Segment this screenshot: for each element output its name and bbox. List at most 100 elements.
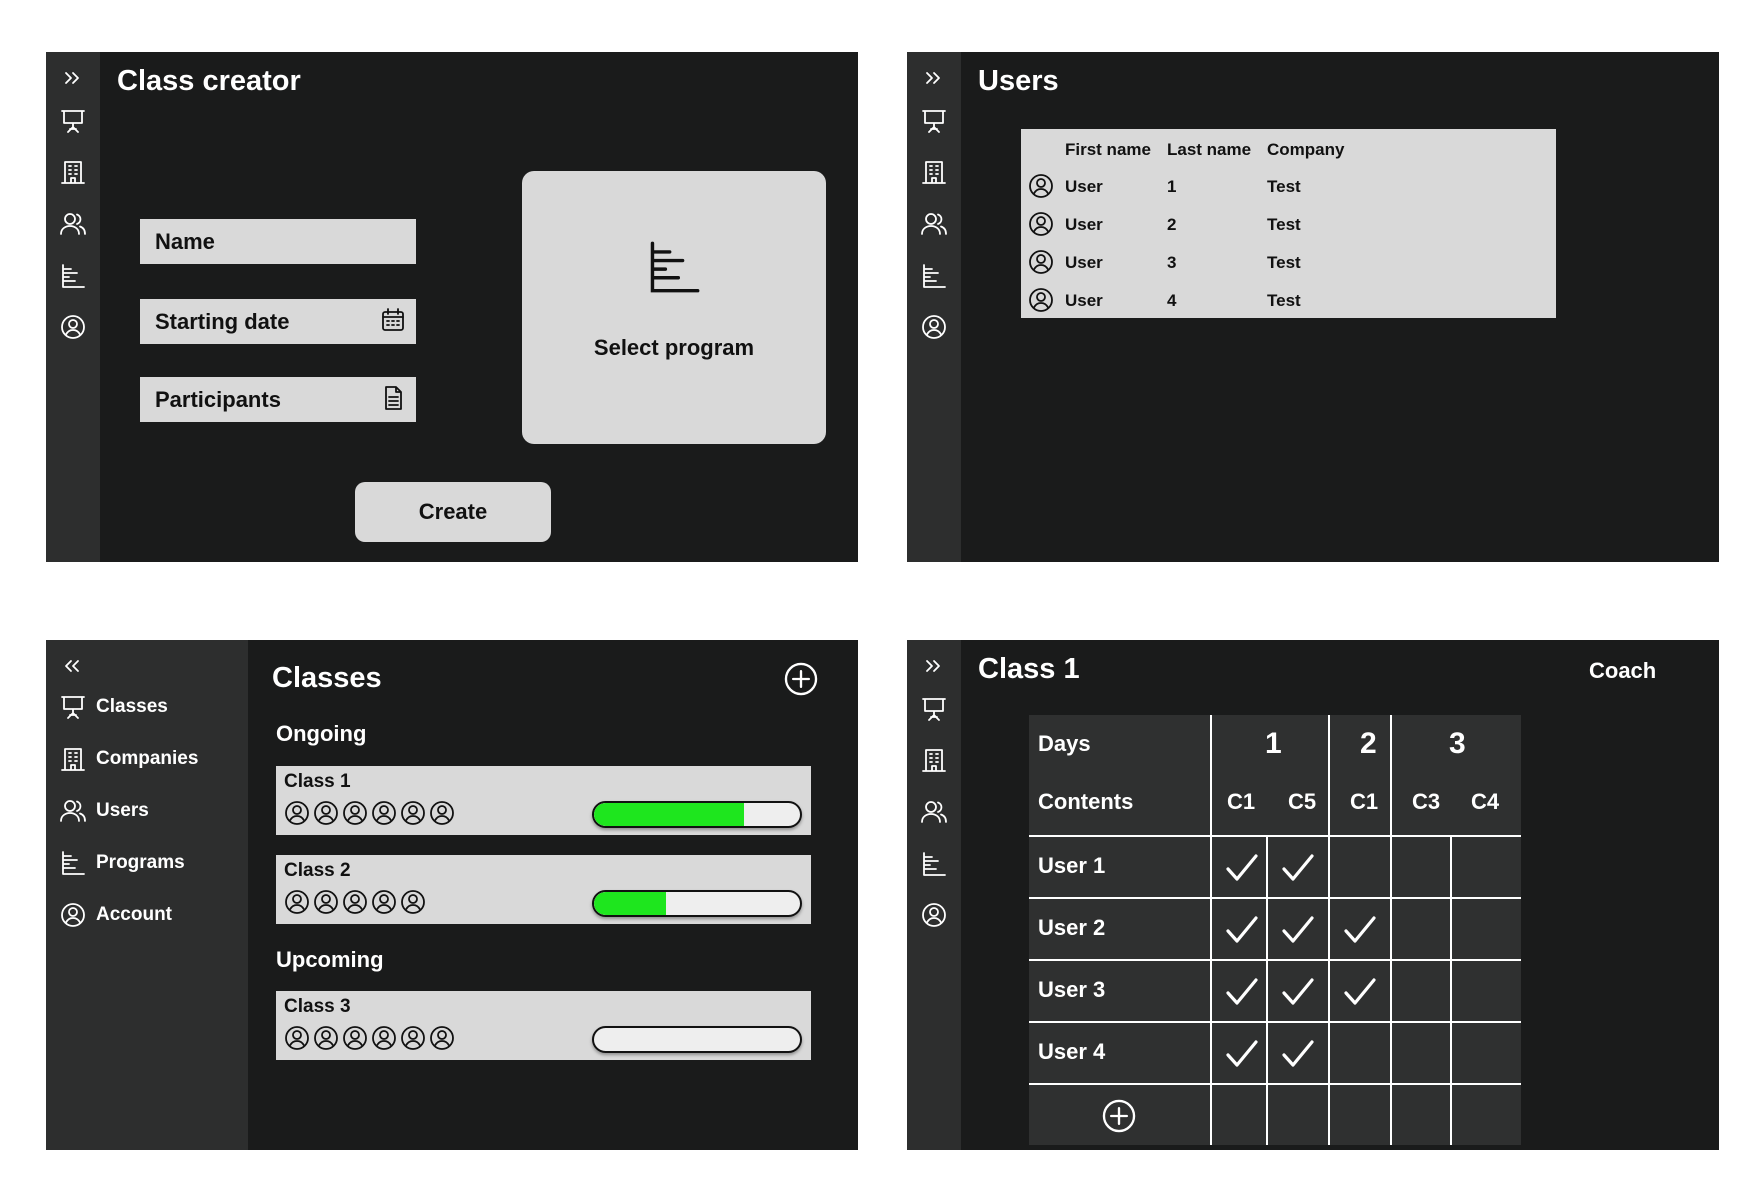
page-title: Users bbox=[978, 65, 1059, 97]
program-icon bbox=[60, 850, 86, 876]
users-icon[interactable] bbox=[921, 799, 947, 825]
user-row-label[interactable]: User 1 bbox=[1038, 853, 1105, 879]
table-row[interactable]: User 4 Test bbox=[1021, 286, 1556, 316]
participant-avatar-icon bbox=[429, 800, 455, 826]
participant-avatar-icon bbox=[313, 1025, 339, 1051]
checkmark-icon[interactable] bbox=[1224, 852, 1260, 884]
days-label: Days bbox=[1038, 731, 1091, 756]
participant-avatars bbox=[284, 800, 458, 826]
checkmark-icon[interactable] bbox=[1280, 852, 1316, 884]
account-icon[interactable] bbox=[921, 314, 947, 340]
program-icon[interactable] bbox=[60, 263, 86, 289]
program-icon bbox=[650, 241, 700, 293]
page-title: Class 1 bbox=[978, 653, 1080, 685]
expand-sidebar-icon[interactable] bbox=[59, 66, 85, 90]
checkmark-icon[interactable] bbox=[1280, 1038, 1316, 1070]
grid-line bbox=[1029, 897, 1521, 899]
sidebar-item-classes[interactable]: Classes bbox=[60, 692, 168, 722]
cell-last-name: 4 bbox=[1167, 291, 1177, 310]
account-icon[interactable] bbox=[60, 314, 86, 340]
checkmark-icon[interactable] bbox=[1280, 976, 1316, 1008]
sidebar-rail bbox=[907, 52, 961, 562]
page-title: Class creator bbox=[117, 65, 301, 97]
checkmark-icon[interactable] bbox=[1342, 914, 1378, 946]
sidebar-item-account[interactable]: Account bbox=[60, 900, 172, 930]
cell-company: Test bbox=[1267, 253, 1301, 272]
day-header: 3 bbox=[1449, 727, 1466, 760]
program-icon[interactable] bbox=[921, 851, 947, 877]
grid-line bbox=[1266, 837, 1268, 1145]
content-header: C3 bbox=[1412, 789, 1441, 814]
grid-line bbox=[1029, 835, 1521, 837]
cell-first-name: User bbox=[1065, 291, 1103, 310]
coach-label[interactable]: Coach bbox=[1589, 658, 1656, 684]
name-field[interactable]: Name bbox=[140, 219, 416, 264]
users-icon[interactable] bbox=[921, 211, 947, 237]
cell-first-name: User bbox=[1065, 253, 1103, 272]
sidebar-item-companies[interactable]: Companies bbox=[60, 744, 198, 774]
building-icon[interactable] bbox=[921, 747, 947, 773]
expand-sidebar-icon[interactable] bbox=[920, 66, 946, 90]
participant-avatar-icon bbox=[371, 800, 397, 826]
add-class-button[interactable] bbox=[784, 662, 818, 696]
grid-line bbox=[1029, 1083, 1521, 1085]
class-card[interactable]: Class 3 bbox=[276, 991, 811, 1060]
account-icon bbox=[60, 902, 86, 928]
collapse-sidebar-icon[interactable] bbox=[59, 654, 85, 678]
table-row[interactable]: User 3 Test bbox=[1021, 248, 1556, 278]
checkmark-icon[interactable] bbox=[1224, 1038, 1260, 1070]
sidebar-rail bbox=[46, 52, 100, 562]
class-name: Class 1 bbox=[284, 771, 351, 792]
cell-company: Test bbox=[1267, 215, 1301, 234]
starting-date-field[interactable]: Starting date bbox=[140, 299, 416, 344]
content-header: C1 bbox=[1350, 789, 1379, 814]
cell-last-name: 3 bbox=[1167, 253, 1177, 272]
sidebar-item-users[interactable]: Users bbox=[60, 796, 149, 826]
building-icon[interactable] bbox=[921, 159, 947, 185]
class-card[interactable]: Class 1 bbox=[276, 766, 811, 835]
user-row-label[interactable]: User 2 bbox=[1038, 915, 1105, 941]
content-header: C4 bbox=[1471, 789, 1500, 814]
checkmark-icon[interactable] bbox=[1280, 914, 1316, 946]
add-user-button[interactable] bbox=[1102, 1099, 1136, 1133]
participant-avatars bbox=[284, 889, 429, 915]
participant-avatar-icon bbox=[284, 800, 310, 826]
table-row[interactable]: User 1 Test bbox=[1021, 172, 1556, 202]
table-header: First name Last name Company bbox=[1021, 135, 1556, 165]
sidebar-item-programs[interactable]: Programs bbox=[60, 848, 185, 878]
participant-avatar-icon bbox=[400, 800, 426, 826]
calendar-icon[interactable] bbox=[380, 307, 406, 339]
user-row-label[interactable]: User 3 bbox=[1038, 977, 1105, 1003]
user-avatar-icon bbox=[1028, 249, 1054, 275]
presentation-icon[interactable] bbox=[60, 108, 86, 134]
sidebar-expanded: Classes Companies Users Programs Account bbox=[46, 640, 248, 1150]
participants-field[interactable]: Participants bbox=[140, 377, 416, 422]
presentation-icon[interactable] bbox=[921, 696, 947, 722]
users-icon[interactable] bbox=[60, 211, 86, 237]
participant-avatars bbox=[284, 1025, 458, 1051]
section-upcoming: Upcoming bbox=[276, 947, 384, 972]
participant-avatar-icon bbox=[400, 889, 426, 915]
building-icon[interactable] bbox=[60, 159, 86, 185]
page-title: Classes bbox=[272, 662, 382, 694]
document-icon[interactable] bbox=[380, 385, 406, 417]
grid-line bbox=[1029, 1021, 1521, 1023]
checkmark-icon[interactable] bbox=[1224, 976, 1260, 1008]
grid-line bbox=[1029, 959, 1521, 961]
day-header: 1 bbox=[1265, 727, 1282, 760]
account-icon[interactable] bbox=[921, 902, 947, 928]
presentation-icon bbox=[60, 694, 86, 720]
building-icon bbox=[60, 746, 86, 772]
plus-circle-icon bbox=[784, 662, 818, 696]
checkmark-icon[interactable] bbox=[1342, 976, 1378, 1008]
select-program-card[interactable]: Select program bbox=[522, 171, 826, 444]
expand-sidebar-icon[interactable] bbox=[920, 654, 946, 678]
program-icon[interactable] bbox=[921, 263, 947, 289]
class-card[interactable]: Class 2 bbox=[276, 855, 811, 924]
presentation-icon[interactable] bbox=[921, 108, 947, 134]
table-row[interactable]: User 2 Test bbox=[1021, 210, 1556, 240]
checkmark-icon[interactable] bbox=[1224, 914, 1260, 946]
participant-avatar-icon bbox=[400, 1025, 426, 1051]
create-button[interactable]: Create bbox=[355, 482, 551, 542]
user-row-label[interactable]: User 4 bbox=[1038, 1039, 1105, 1065]
